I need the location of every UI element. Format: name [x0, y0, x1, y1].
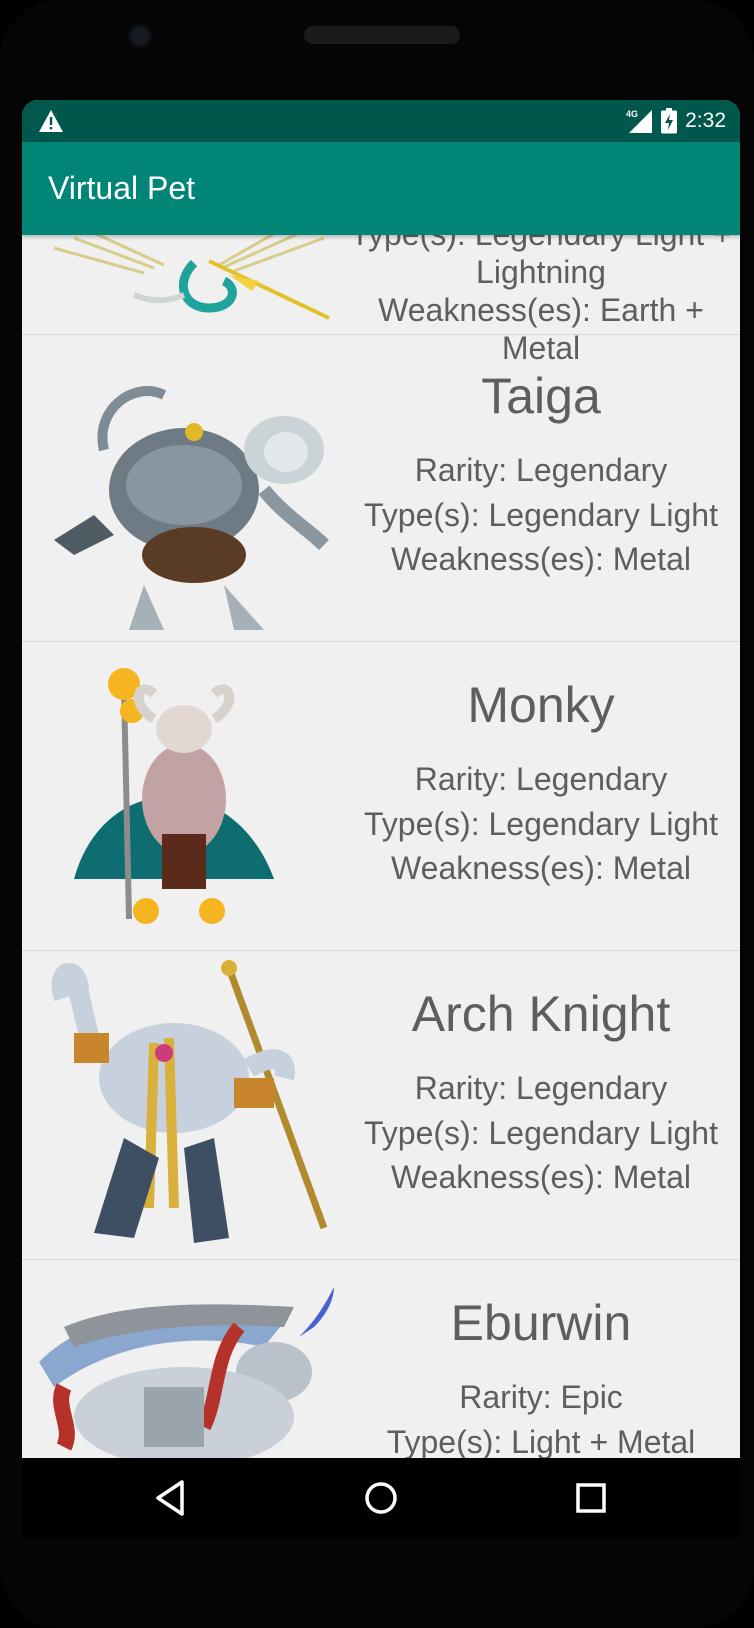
monster-image	[39, 1287, 334, 1458]
monster-name: Eburwin	[450, 1295, 632, 1351]
battery-charging-icon	[661, 108, 678, 134]
signal-4g-icon: 4G	[626, 109, 653, 133]
monster-rarity: Rarity: Epic	[459, 1379, 623, 1415]
monster-rarity: Rarity: Legendary	[414, 761, 668, 797]
monster-name: Taiga	[481, 368, 601, 424]
list-item[interactable]: Eburwin Rarity: Epic Type(s): Light + Me…	[22, 1259, 740, 1458]
app-bar: Virtual Pet	[22, 142, 740, 235]
nav-back-icon[interactable]	[150, 1476, 194, 1520]
monster-types: Type(s): Legendary Light + Lightning	[350, 235, 732, 290]
nav-home-icon[interactable]	[359, 1476, 403, 1520]
monster-types: Type(s): Light + Metal	[386, 1423, 696, 1459]
monster-weakness: Weakness(es): Metal	[391, 1159, 691, 1195]
phone-screen: 4G 2:32 Virtual Pet Lightning Weakness(e…	[22, 100, 740, 1458]
monster-info: Monky Rarity: Legendary Type(s): Legenda…	[342, 675, 740, 891]
monster-image	[53, 235, 330, 320]
monster-weakness: Weakness(es): Metal	[391, 850, 691, 886]
monster-image	[74, 668, 274, 924]
list-item[interactable]: Type(s): Legendary Light + Lightning Wea…	[22, 235, 740, 366]
monster-info: Arch Knight Rarity: Legendary Type(s): L…	[342, 984, 740, 1200]
monster-info: Taiga Rarity: Legendary Type(s): Legenda…	[342, 366, 740, 582]
monster-weakness: Weakness(es): Metal	[391, 541, 691, 577]
list-item[interactable]: Taiga Rarity: Legendary Type(s): Legenda…	[22, 332, 740, 642]
clock: 2:32	[685, 109, 726, 132]
app-title: Virtual Pet	[48, 170, 196, 206]
front-camera	[128, 24, 152, 48]
monster-list[interactable]: Type(s): Legendary Light + Lightning Wea…	[22, 235, 740, 1458]
status-icons: 4G 2:32	[625, 100, 726, 142]
monster-types: Type(s): Legendary Light	[364, 805, 718, 842]
list-item[interactable]: Monky Rarity: Legendary Type(s): Legenda…	[22, 641, 740, 951]
monster-types: Type(s): Legendary Light	[364, 496, 718, 533]
monster-rarity: Rarity: Legendary	[414, 1070, 668, 1106]
warning-icon	[39, 110, 63, 132]
monster-image	[51, 960, 328, 1243]
navigation-bar	[22, 1458, 740, 1538]
earpiece-speaker	[304, 26, 460, 44]
monster-weakness: Weakness(es): Earth +	[378, 292, 704, 328]
svg-text:4G: 4G	[626, 109, 638, 119]
monster-types: Type(s): Legendary Light	[364, 1114, 718, 1151]
monster-name: Monky	[467, 677, 615, 733]
monster-name: Arch Knight	[411, 986, 671, 1042]
list-item[interactable]: Arch Knight Rarity: Legendary Type(s): L…	[22, 950, 740, 1260]
nav-recents-icon[interactable]	[569, 1476, 613, 1520]
status-bar: 4G 2:32	[22, 100, 740, 142]
monster-info: Eburwin Rarity: Epic Type(s): Light + Me…	[342, 1293, 740, 1458]
monster-rarity: Rarity: Legendary	[414, 452, 668, 488]
monster-image	[54, 386, 329, 630]
